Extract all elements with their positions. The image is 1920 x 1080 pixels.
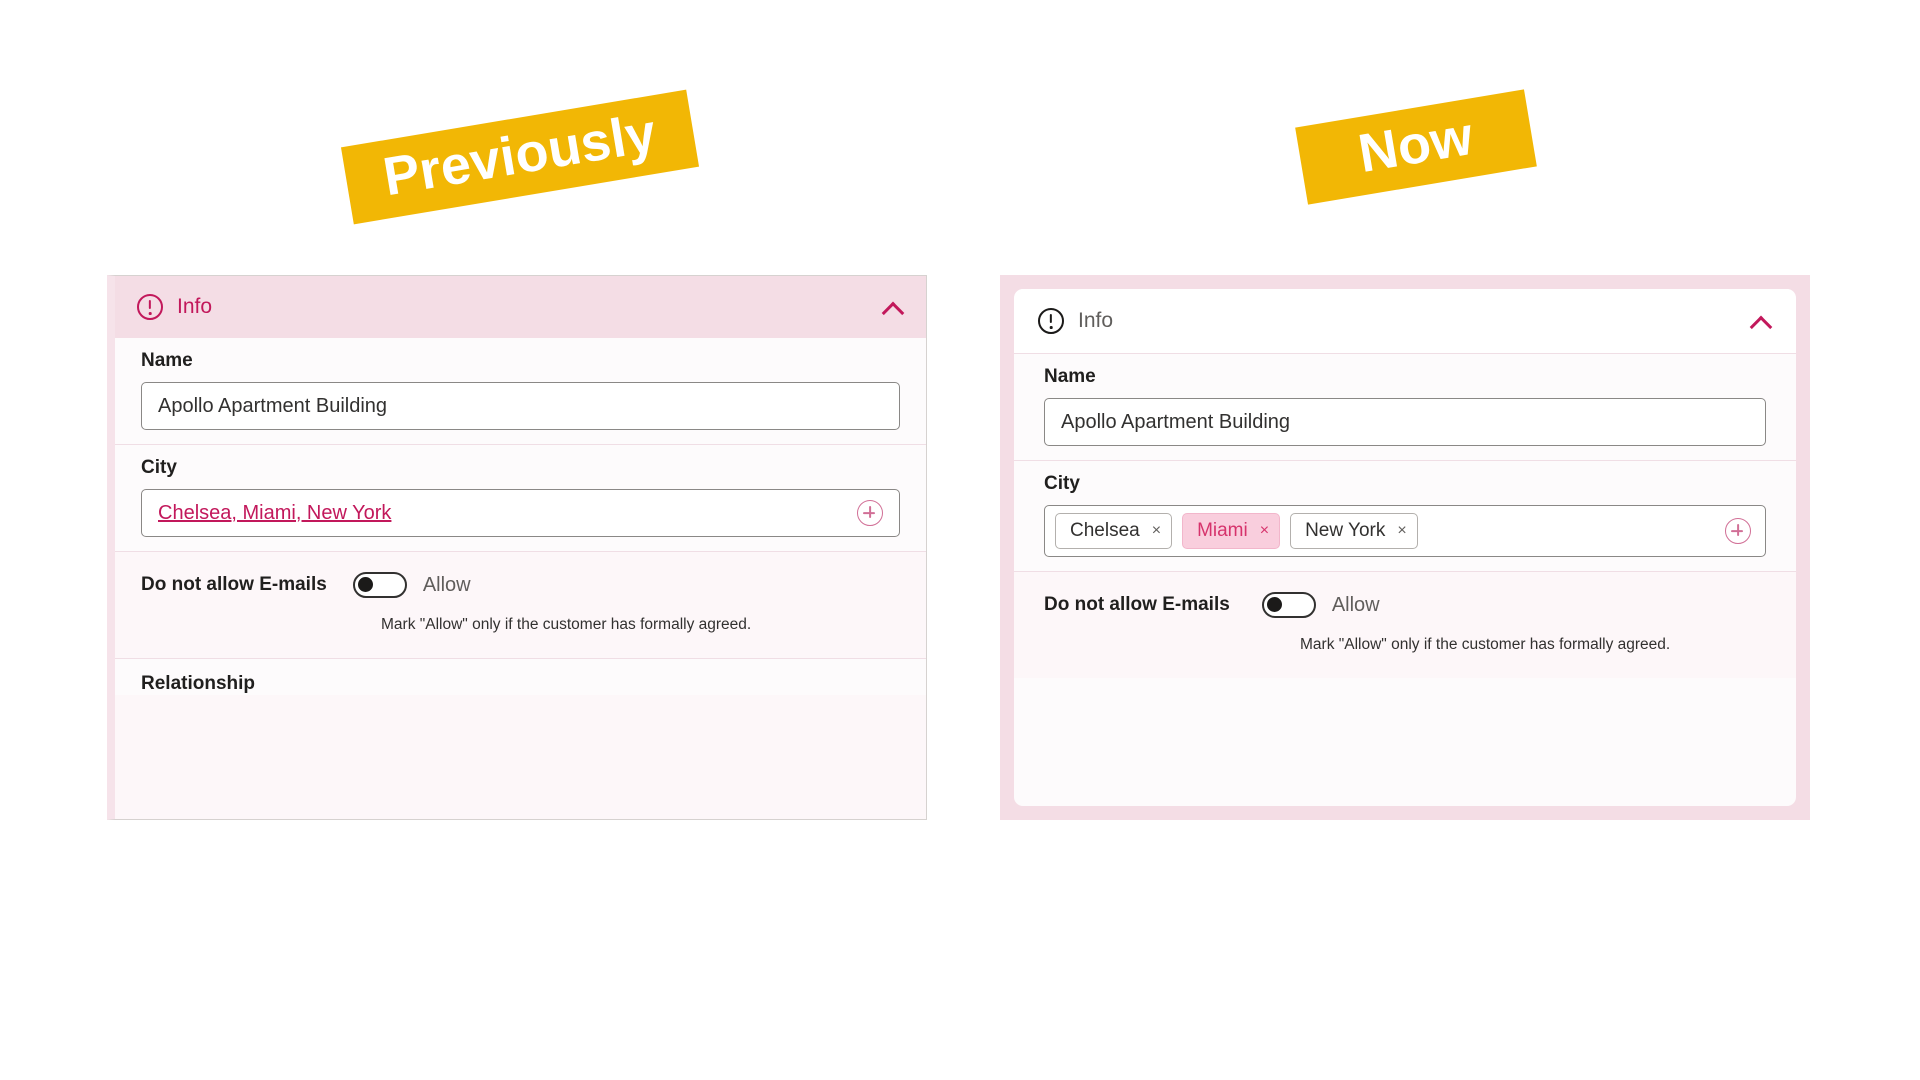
toggle-knob (357, 577, 373, 592)
city-chip-label: New York (1305, 520, 1386, 541)
info-panel-header-previously[interactable]: Info (115, 276, 926, 338)
email-permission-label: Do not allow E-mails (141, 574, 327, 595)
email-permission-row: Do not allow E-mails Allow Mark "Allow" … (1014, 572, 1796, 679)
banner-previously: Previously (340, 89, 700, 225)
info-circle-icon (137, 294, 163, 320)
chevron-up-icon[interactable] (1750, 314, 1772, 328)
email-permission-line: Do not allow E-mails Allow (1044, 592, 1766, 618)
plus-circle-icon[interactable] (857, 500, 883, 526)
email-permission-toggle-label: Allow (422, 573, 471, 596)
info-panel-now: Info Name Apollo Apartment Building City… (1000, 275, 1810, 820)
city-chip[interactable]: New York × (1290, 513, 1418, 549)
name-field-label: Name (141, 350, 193, 371)
name-input[interactable]: Apollo Apartment Building (1044, 398, 1766, 446)
city-chip[interactable]: Miami × (1182, 513, 1281, 549)
city-chips-input[interactable]: Chelsea × Miami × New York × (1044, 505, 1766, 557)
name-field-row: Name Apollo Apartment Building (1014, 354, 1796, 460)
info-panel-previously: Info Name Apollo Apartment Building City… (107, 275, 927, 820)
email-permission-hint: Mark "Allow" only if the customer has fo… (381, 616, 752, 633)
email-permission-line: Do not allow E-mails Allow (141, 572, 900, 598)
relationship-field-label: Relationship (141, 673, 256, 695)
banner-now-label: Now (1354, 105, 1478, 185)
name-input-value: Apollo Apartment Building (158, 394, 388, 417)
info-circle-icon (1038, 308, 1064, 334)
email-permission-row: Do not allow E-mails Allow Mark "Allow" … (115, 552, 926, 659)
email-permission-toggle[interactable] (1261, 592, 1316, 618)
chevron-up-icon[interactable] (882, 300, 904, 314)
relationship-field-row: Relationship (115, 659, 926, 696)
email-permission-hint: Mark "Allow" only if the customer has fo… (1300, 636, 1671, 653)
info-panel-body-previously: Name Apollo Apartment Building City Chel… (115, 338, 926, 696)
name-field-label: Name (1044, 366, 1096, 387)
city-chip-remove-icon[interactable]: × (1152, 523, 1161, 539)
plus-circle-icon[interactable] (1725, 518, 1751, 544)
city-input[interactable]: Chelsea, Miami, New York (141, 489, 900, 537)
email-permission-label: Do not allow E-mails (1044, 594, 1230, 615)
city-field-label: City (1044, 473, 1080, 494)
email-permission-toggle[interactable] (352, 572, 407, 598)
info-card-now: Info Name Apollo Apartment Building City… (1014, 289, 1796, 806)
city-chip[interactable]: Chelsea × (1055, 513, 1173, 549)
city-field-row: City Chelsea × Miami × New York × (1014, 461, 1796, 571)
email-permission-toggle-label: Allow (1331, 593, 1380, 616)
city-chip-remove-icon[interactable]: × (1260, 523, 1269, 539)
toggle-knob (1266, 597, 1282, 612)
city-chip-label: Chelsea (1070, 520, 1140, 541)
city-input-value-link[interactable]: Chelsea, Miami, New York (158, 502, 391, 525)
name-input-value: Apollo Apartment Building (1061, 410, 1291, 433)
city-chip-label: Miami (1197, 520, 1248, 541)
banner-now: Now (1295, 89, 1537, 205)
city-field-row: City Chelsea, Miami, New York (115, 445, 926, 551)
city-chip-remove-icon[interactable]: × (1397, 523, 1406, 539)
city-field-label: City (141, 457, 177, 478)
banner-previously-label: Previously (379, 102, 661, 208)
name-input[interactable]: Apollo Apartment Building (141, 382, 900, 430)
name-field-row: Name Apollo Apartment Building (115, 338, 926, 444)
info-panel-title: Info (177, 295, 213, 318)
info-panel-title: Info (1078, 309, 1114, 332)
info-panel-header-now[interactable]: Info (1014, 289, 1796, 353)
